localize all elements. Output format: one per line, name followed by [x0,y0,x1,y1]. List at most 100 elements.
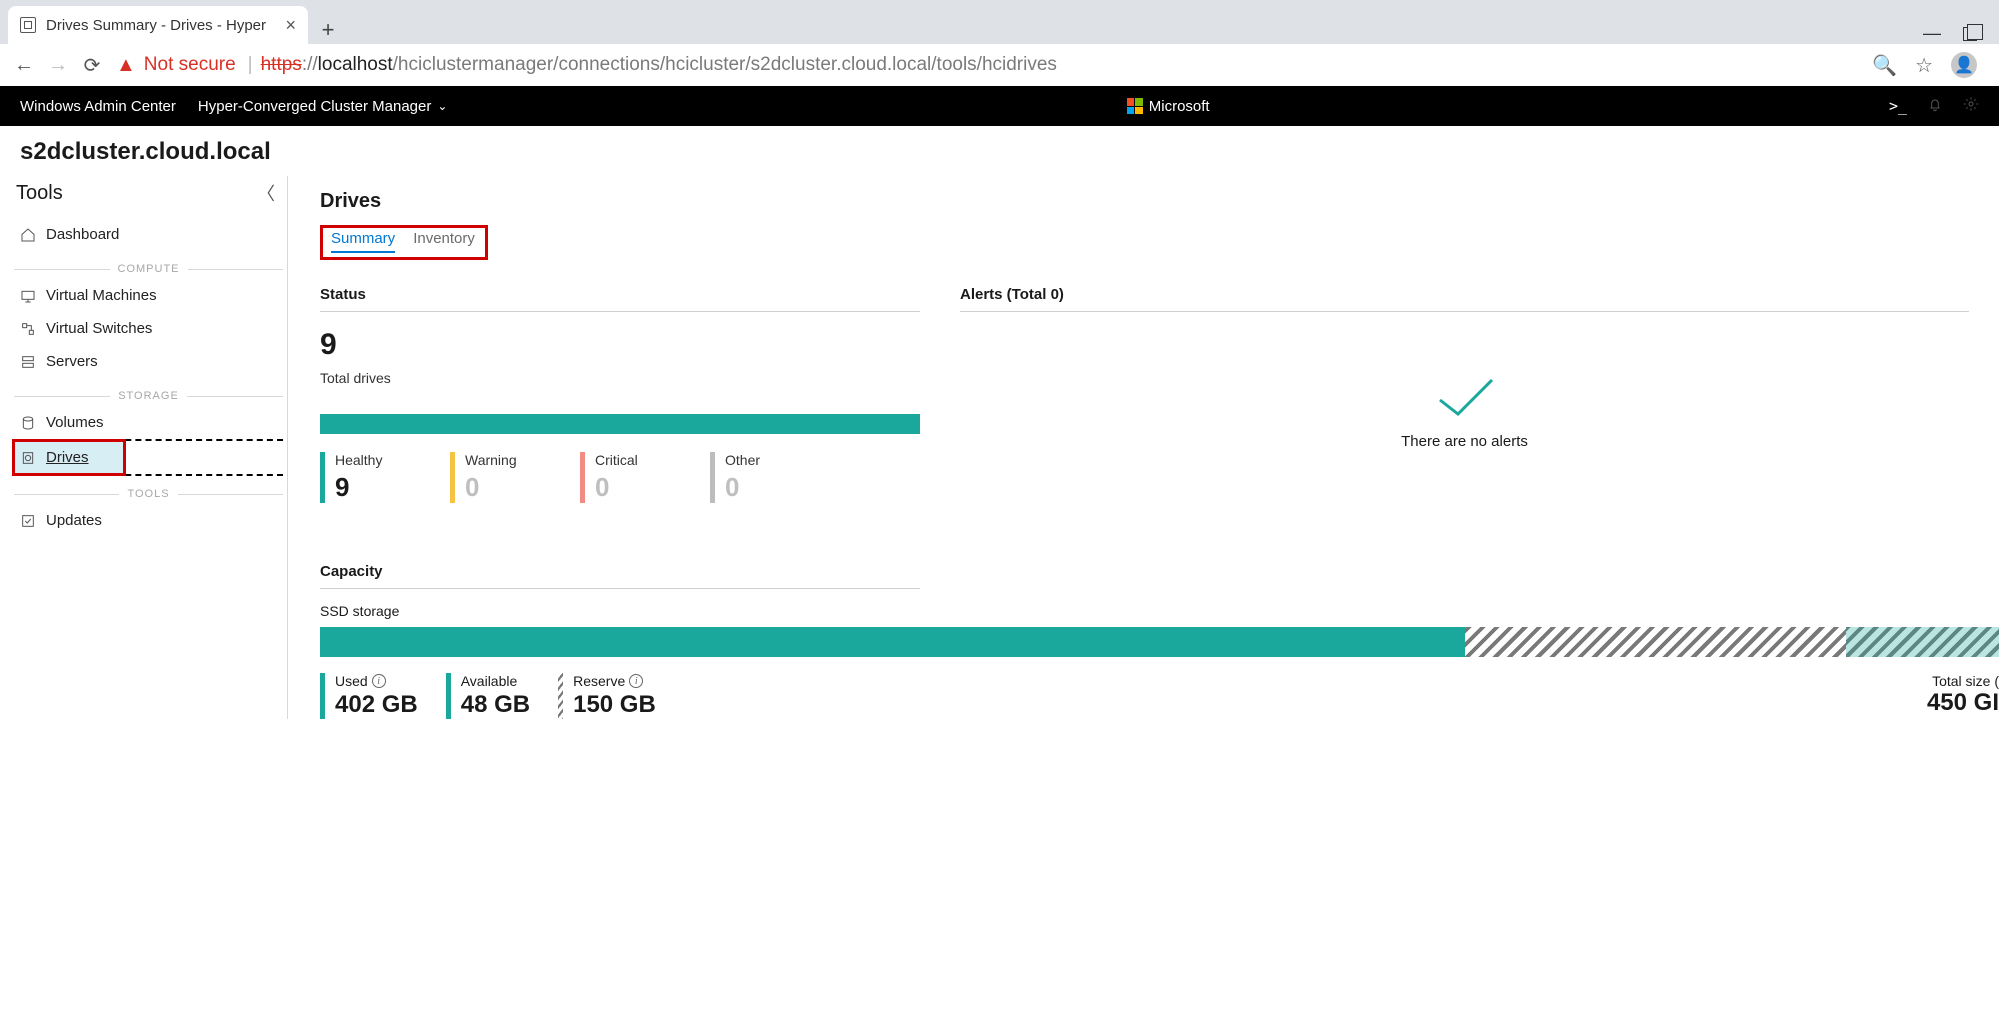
capacity-available-label: Available [461,673,530,689]
microsoft-logo-icon [1127,98,1143,114]
status-label: Critical [595,452,710,468]
notifications-icon[interactable] [1927,96,1943,116]
ssd-storage-label: SSD storage [320,603,1999,619]
status-label: Healthy [335,452,450,468]
capacity-available-segment [1343,627,1465,657]
microsoft-brand[interactable]: Microsoft [1127,98,1210,115]
status-other: Other 0 [710,452,840,503]
tab-summary[interactable]: Summary [331,230,395,253]
back-button[interactable]: ← [14,55,34,75]
capacity-available-value: 48 GB [461,691,530,719]
sidebar-item-volumes[interactable]: Volumes [14,406,283,439]
capacity-reserve: Reserve i 150 GB [558,673,656,719]
security-warning-icon: ▲ [116,54,136,77]
url-separator: | [248,54,253,76]
sidebar-item-virtual-machines[interactable]: Virtual Machines [14,279,283,312]
sidebar-separator-storage: STORAGE [14,390,283,402]
status-value: 0 [725,472,840,503]
capacity-heading: Capacity [320,563,920,589]
url-host: localhost [318,54,393,75]
capacity-total: Total size ( 450 GI [1927,673,1999,717]
status-critical: Critical 0 [580,452,710,503]
sidebar-item-label: Virtual Machines [46,287,157,304]
not-secure-label: Not secure [144,54,236,76]
updates-icon [20,513,36,529]
context-dropdown[interactable]: Hyper-Converged Cluster Manager ⌄ [198,98,448,115]
volume-icon [20,415,36,431]
profile-avatar-icon[interactable]: 👤 [1951,52,1977,78]
window-maximize-icon[interactable] [1963,27,1977,41]
server-icon [20,354,36,370]
total-drives-value: 9 [320,328,920,362]
status-heading: Status [320,286,920,312]
app-header: Windows Admin Center Hyper-Converged Clu… [0,86,1999,126]
checkmark-icon [1430,372,1500,425]
drive-icon [20,450,36,466]
sidebar-item-label: Updates [46,512,102,529]
status-warning: Warning 0 [450,452,580,503]
sidebar-separator-compute: COMPUTE [14,263,283,275]
browser-toolbar: ← → ⟳ ▲ Not secure | https://localhost/h… [0,44,1999,86]
url-path: /hciclustermanager/connections/hcicluste… [393,54,1057,75]
app-brand[interactable]: Windows Admin Center [20,98,176,115]
total-drives-label: Total drives [320,370,920,386]
tabs-highlight: Summary Inventory [320,225,488,260]
capacity-used: Usedi 402 GB [320,673,418,719]
forward-button[interactable]: → [48,55,68,75]
sidebar-item-updates[interactable]: Updates [14,504,283,537]
capacity-reserve-segment [1465,627,1847,657]
info-icon[interactable]: i [629,674,643,688]
status-value: 0 [595,472,710,503]
zoom-icon[interactable]: 🔍 [1872,53,1897,78]
page-title: Drives [320,190,1999,213]
address-bar[interactable]: ▲ Not secure | https://localhost/hciclus… [116,54,1858,77]
capacity-total-value: 450 GI [1927,689,1999,717]
sidebar-item-label: Volumes [46,414,104,431]
status-bar-chart [320,414,920,434]
capacity-reserve-value: 150 GB [573,691,656,719]
new-tab-button[interactable]: + [314,16,342,44]
tab-inventory[interactable]: Inventory [413,230,475,253]
vm-icon [20,288,36,304]
tab-title: Drives Summary - Drives - Hyper [46,17,266,34]
sidebar-item-servers[interactable]: Servers [14,345,283,378]
status-value: 0 [465,472,580,503]
sidebar-item-drives[interactable]: Drives [14,441,124,474]
home-icon [20,227,36,243]
sidebar-item-label: Servers [46,353,98,370]
status-label: Warning [465,452,580,468]
reload-button[interactable]: ⟳ [82,55,102,75]
sidebar: Tools 〈 Dashboard COMPUTE Virtual Machin… [0,176,288,719]
no-alerts-text: There are no alerts [1401,433,1528,450]
browser-tab[interactable]: Drives Summary - Drives - Hyper × [8,6,308,44]
info-icon[interactable]: i [372,674,386,688]
status-label: Other [725,452,840,468]
url-scheme: https [261,54,302,75]
sidebar-item-label: Dashboard [46,226,119,243]
tab-favicon-icon [20,17,36,33]
capacity-bar-chart [320,627,1999,657]
url-scheme-sep: :// [302,54,318,75]
capacity-total-label: Total size ( [1927,673,1999,689]
status-healthy: Healthy 9 [320,452,450,503]
capacity-reserve-label: Reserve [573,673,625,689]
sidebar-item-virtual-switches[interactable]: Virtual Switches [14,312,283,345]
microsoft-label: Microsoft [1149,98,1210,115]
browser-chrome: Drives Summary - Drives - Hyper × + — ← … [0,0,1999,86]
sidebar-item-label: Virtual Switches [46,320,152,337]
sidebar-item-dashboard[interactable]: Dashboard [14,218,283,251]
window-minimize-icon[interactable]: — [1923,23,1941,44]
capacity-used-label: Used [335,673,368,689]
capacity-available: Available 48 GB [446,673,530,719]
status-value: 9 [335,472,450,503]
sidebar-item-label: Drives [46,449,89,466]
alerts-empty-state: There are no alerts [960,372,1969,450]
capacity-overflow-segment [1846,627,1999,657]
tab-close-icon[interactable]: × [285,16,296,34]
settings-gear-icon[interactable] [1963,96,1979,116]
console-icon[interactable]: >_ [1889,97,1907,115]
window-controls: — [1923,23,1991,44]
collapse-sidebar-icon[interactable]: 〈 [257,180,275,206]
sidebar-separator-tools: TOOLS [14,488,283,500]
bookmark-icon[interactable]: ☆ [1915,53,1933,78]
